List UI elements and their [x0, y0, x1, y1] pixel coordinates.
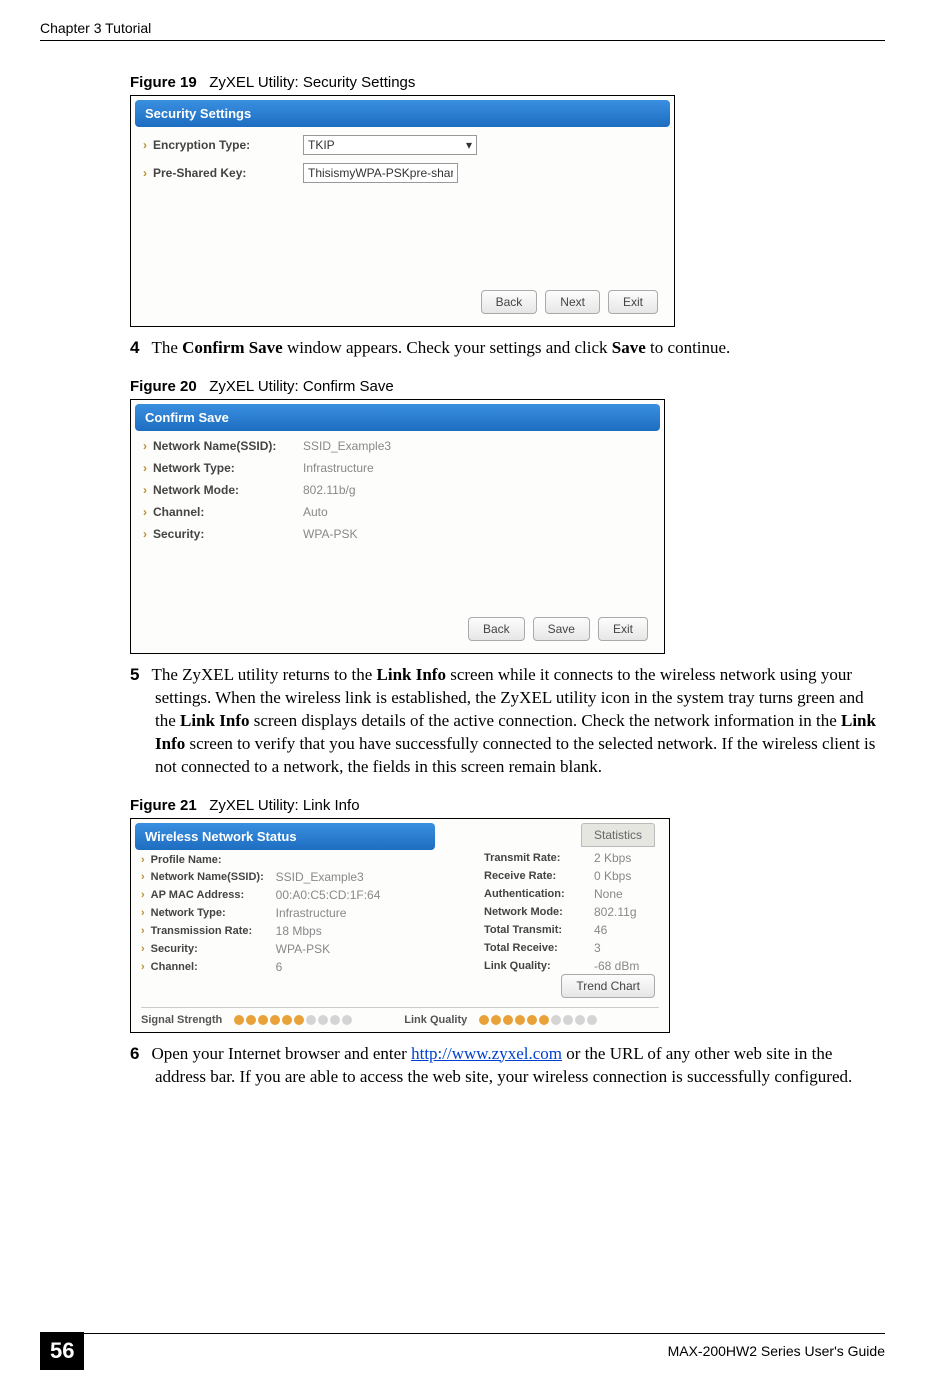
- trend-chart-button[interactable]: Trend Chart: [561, 974, 655, 998]
- figure-21-num: Figure 21: [130, 797, 197, 814]
- cs-label-3: Channel:: [153, 505, 303, 519]
- step-4-num: 4: [130, 338, 139, 357]
- zyxel-link[interactable]: http://www.zyxel.com: [411, 1044, 562, 1063]
- cs-label-4: Security:: [153, 527, 303, 541]
- bullet-icon: ›: [143, 483, 147, 497]
- bullet-icon: ›: [143, 461, 147, 475]
- back-button[interactable]: Back: [468, 617, 525, 641]
- st-l3: Network Mode:: [484, 906, 594, 918]
- st-l0: Transmit Rate:: [484, 852, 594, 864]
- step-4: 4The Confirm Save window appears. Check …: [155, 337, 885, 360]
- encryption-type-label: Encryption Type:: [153, 138, 303, 152]
- figure-20-text: ZyXEL Utility: Confirm Save: [209, 378, 394, 395]
- st-l6: Link Quality:: [484, 960, 594, 972]
- li-l4: Transmission Rate:: [151, 925, 276, 937]
- cs-label-2: Network Mode:: [153, 483, 303, 497]
- bullet-icon: ›: [143, 527, 147, 541]
- figure-19-num: Figure 19: [130, 74, 197, 91]
- st-v4: 46: [594, 923, 607, 937]
- page-number: 56: [40, 1332, 84, 1370]
- security-settings-title: Security Settings: [135, 100, 670, 127]
- bullet-icon: ›: [141, 854, 145, 866]
- li-v3: Infrastructure: [276, 906, 347, 920]
- cs-value-4: WPA-PSK: [303, 527, 357, 541]
- st-v6: -68 dBm: [594, 959, 639, 973]
- header-rule: [40, 40, 885, 41]
- bullet-icon: ›: [143, 505, 147, 519]
- li-v4: 18 Mbps: [276, 924, 322, 938]
- wireless-status-title: Wireless Network Status: [135, 823, 435, 850]
- signal-strength-label: Signal Strength: [141, 1014, 222, 1026]
- psk-input[interactable]: [303, 163, 458, 183]
- bullet-icon: ›: [143, 138, 147, 152]
- bullet-icon: ›: [141, 907, 145, 919]
- signal-quality-row: Signal Strength Link Quality: [141, 1007, 659, 1026]
- step-6-num: 6: [130, 1044, 139, 1063]
- bullet-icon: ›: [141, 943, 145, 955]
- st-l4: Total Transmit:: [484, 924, 594, 936]
- figure-19-caption: Figure 19 ZyXEL Utility: Security Settin…: [130, 74, 885, 91]
- step-6: 6Open your Internet browser and enter ht…: [155, 1043, 885, 1089]
- bullet-icon: ›: [143, 439, 147, 453]
- footer-guide: MAX-200HW2 Series User's Guide: [668, 1343, 885, 1359]
- link-quality-dots: [479, 1015, 597, 1025]
- next-button[interactable]: Next: [545, 290, 600, 314]
- figure-20-num: Figure 20: [130, 378, 197, 395]
- li-l3: Network Type:: [151, 907, 276, 919]
- cs-label-1: Network Type:: [153, 461, 303, 475]
- link-info-pane: Wireless Network Status Statistics › Prof…: [130, 818, 670, 1033]
- step-5-num: 5: [130, 665, 139, 684]
- li-l2: AP MAC Address:: [151, 889, 276, 901]
- chapter-heading: Chapter 3 Tutorial: [40, 20, 151, 36]
- back-button[interactable]: Back: [481, 290, 538, 314]
- encryption-type-value: TKIP: [308, 138, 335, 152]
- signal-strength-dots: [234, 1015, 352, 1025]
- bullet-icon: ›: [141, 871, 145, 883]
- li-l1: Network Name(SSID):: [151, 871, 276, 883]
- confirm-save-title: Confirm Save: [135, 404, 660, 431]
- li-v2: 00:A0:C5:CD:1F:64: [276, 888, 381, 902]
- exit-button[interactable]: Exit: [598, 617, 648, 641]
- figure-21-caption: Figure 21 ZyXEL Utility: Link Info: [130, 797, 885, 814]
- bullet-icon: ›: [141, 889, 145, 901]
- li-v1: SSID_Example3: [276, 870, 364, 884]
- bullet-icon: ›: [141, 925, 145, 937]
- li-l0: Profile Name:: [151, 854, 276, 866]
- st-l5: Total Receive:: [484, 942, 594, 954]
- cs-label-0: Network Name(SSID):: [153, 439, 303, 453]
- bullet-icon: ›: [141, 961, 145, 973]
- figure-19-text: ZyXEL Utility: Security Settings: [209, 74, 415, 91]
- li-v6: 6: [276, 960, 283, 974]
- li-l5: Security:: [151, 943, 276, 955]
- cs-value-1: Infrastructure: [303, 461, 374, 475]
- li-v5: WPA-PSK: [276, 942, 330, 956]
- li-l6: Channel:: [151, 961, 276, 973]
- save-button[interactable]: Save: [533, 617, 590, 641]
- st-v0: 2 Kbps: [594, 851, 631, 865]
- chevron-down-icon: ▾: [466, 138, 472, 152]
- cs-value-0: SSID_Example3: [303, 439, 391, 453]
- figure-20-caption: Figure 20 ZyXEL Utility: Confirm Save: [130, 378, 885, 395]
- st-v2: None: [594, 887, 623, 901]
- cs-value-2: 802.11b/g: [303, 483, 356, 497]
- bullet-icon: ›: [143, 166, 147, 180]
- exit-button[interactable]: Exit: [608, 290, 658, 314]
- statistics-column: Transmit Rate:2 Kbps Receive Rate:0 Kbps…: [484, 847, 659, 977]
- step-5: 5The ZyXEL utility returns to the Link I…: [155, 664, 885, 779]
- statistics-tab[interactable]: Statistics: [581, 823, 655, 847]
- security-settings-pane: Security Settings › Encryption Type: TKI…: [130, 95, 675, 327]
- st-v3: 802.11g: [594, 905, 637, 919]
- link-quality-label: Link Quality: [404, 1014, 467, 1026]
- figure-21-text: ZyXEL Utility: Link Info: [209, 797, 359, 814]
- st-v1: 0 Kbps: [594, 869, 631, 883]
- st-l2: Authentication:: [484, 888, 594, 900]
- encryption-type-dropdown[interactable]: TKIP ▾: [303, 135, 477, 155]
- confirm-save-pane: Confirm Save › Network Name(SSID):SSID_Ex…: [130, 399, 665, 654]
- st-v5: 3: [594, 941, 601, 955]
- cs-value-3: Auto: [303, 505, 328, 519]
- psk-label: Pre-Shared Key:: [153, 166, 303, 180]
- st-l1: Receive Rate:: [484, 870, 594, 882]
